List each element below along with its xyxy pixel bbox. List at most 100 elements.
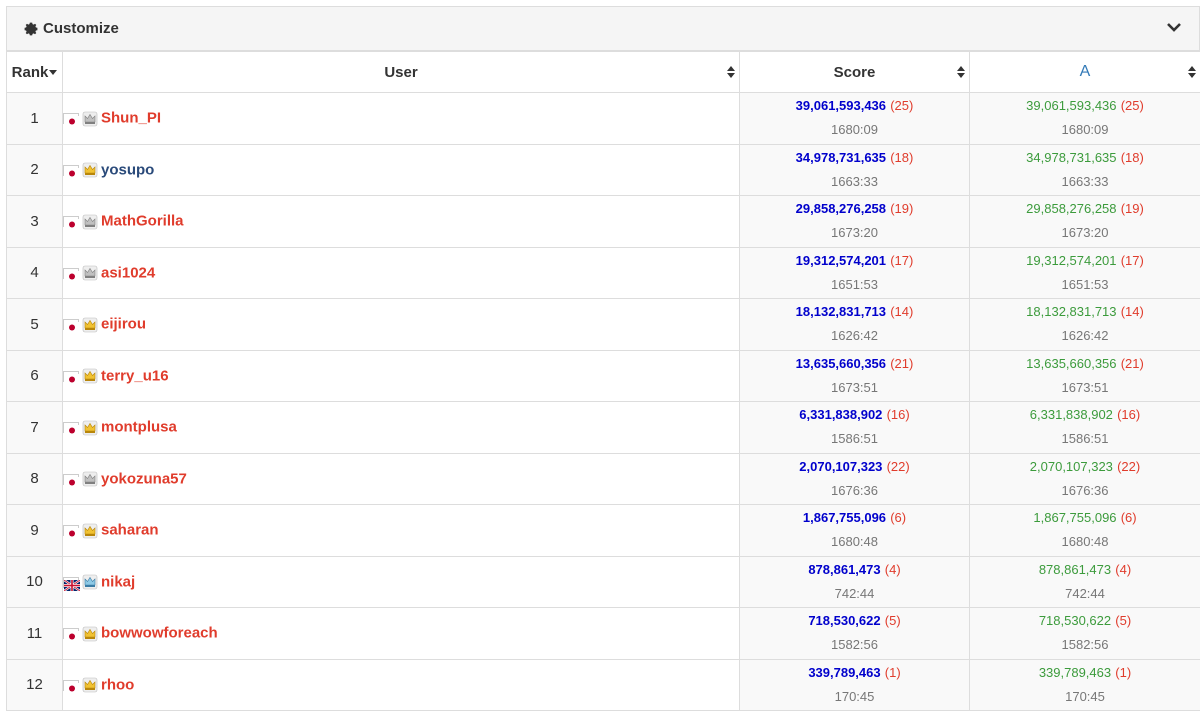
rank-cell: 1 [6, 92, 63, 145]
chevron-down-icon[interactable] [1165, 18, 1183, 36]
username-link[interactable]: Shun_PI [101, 110, 161, 127]
task-a-column-header[interactable]: A [969, 51, 1200, 93]
username-link[interactable]: yosupo [101, 162, 154, 179]
gold-crown-icon [82, 162, 98, 178]
gb-flag-icon [63, 576, 81, 592]
task-a-cell: 18,132,831,713 (14) 1626:42 [969, 298, 1200, 351]
gold-crown-icon [82, 368, 98, 384]
sort-icon [727, 66, 735, 78]
task-a-score: 34,978,731,635 [1026, 149, 1117, 165]
username-link[interactable]: nikaj [101, 574, 135, 591]
sort-icon [1188, 66, 1196, 78]
total-penalty: (6) [890, 510, 907, 526]
rank-value: 12 [26, 676, 43, 694]
total-score: 39,061,593,436 [795, 98, 887, 114]
total-penalty: (14) [890, 304, 914, 320]
total-score: 6,331,838,902 [799, 407, 883, 423]
username-link[interactable]: terry_u16 [101, 368, 169, 385]
total-score-cell: 339,789,463 (1) 170:45 [739, 658, 970, 711]
total-penalty: (25) [890, 98, 914, 114]
jp-flag-icon [63, 422, 80, 437]
jp-flag-icon [63, 113, 80, 128]
user-cell: Shun_PI [62, 92, 740, 145]
user-cell: yosupo [62, 143, 740, 196]
rank-value: 5 [30, 315, 39, 333]
jp-flag-icon [63, 628, 80, 643]
total-score-cell: 34,978,731,635 (18) 1663:33 [739, 143, 970, 196]
rank-value: 3 [30, 212, 39, 230]
total-score-cell: 19,312,574,201 (17) 1651:53 [739, 246, 970, 299]
task-a-penalty: (17) [1120, 252, 1144, 268]
task-a-cell: 878,861,473 (4) 742:44 [969, 555, 1200, 608]
customize-panel-header[interactable]: Customize [6, 6, 1200, 51]
jp-flag-icon [63, 319, 80, 334]
gear-icon [24, 22, 38, 35]
rank-column-header[interactable]: Rank [6, 51, 63, 93]
standings-body: 1 Shun_PI 39,061,593,436 (25) 1680:09 39,061… [6, 92, 1200, 711]
total-time: 1680:48 [831, 534, 878, 550]
rank-value: 11 [26, 624, 43, 642]
table-row: 6 terry_u16 13,635,660,356 (21) 1673:51 13,6… [6, 349, 1200, 402]
user-cell: saharan [62, 504, 740, 557]
standings-table: Rank User Score A 1 Shun_PI 39,061,593,436… [6, 51, 1200, 711]
table-row: 10 nikaj 878,861,473 (4) 742:44 878,861,473 … [6, 555, 1200, 608]
rank-cell: 12 [6, 658, 63, 711]
task-a-penalty: (14) [1120, 304, 1144, 320]
task-a-penalty: (19) [1120, 201, 1144, 217]
table-bottom-border [6, 710, 1200, 711]
rank-value: 4 [30, 264, 39, 282]
task-a-time: 1651:53 [1061, 276, 1109, 292]
task-a-cell: 1,867,755,096 (6) 1680:48 [969, 504, 1200, 557]
sort-icon [957, 66, 965, 78]
total-score-cell: 718,530,622 (5) 1582:56 [739, 607, 970, 660]
total-time: 1651:53 [831, 276, 878, 292]
user-column-header[interactable]: User [62, 51, 740, 93]
user-cell: eijirou [62, 298, 740, 351]
task-a-score: 1,867,755,096 [1033, 510, 1117, 526]
rank-cell: 4 [6, 246, 63, 299]
user-cell: bowwowforeach [62, 607, 740, 660]
task-a-cell: 29,858,276,258 (19) 1673:20 [969, 195, 1200, 248]
task-a-penalty: (22) [1117, 458, 1141, 474]
task-a-score: 2,070,107,323 [1029, 458, 1113, 474]
score-column-header[interactable]: Score [739, 51, 970, 93]
task-a-penalty: (16) [1117, 407, 1141, 423]
rank-value: 1 [30, 109, 39, 127]
jp-flag-icon [63, 679, 80, 694]
total-score: 29,858,276,258 [795, 201, 887, 217]
username-link[interactable]: yokozuna57 [101, 471, 187, 488]
username-link[interactable]: eijirou [101, 316, 146, 333]
task-a-score: 718,530,622 [1038, 613, 1112, 629]
table-row: 4 asi1024 19,312,574,201 (17) 1651:53 19,312… [6, 246, 1200, 299]
task-a-cell: 339,789,463 (1) 170:45 [969, 658, 1200, 711]
total-score-cell: 2,070,107,323 (22) 1676:36 [739, 452, 970, 505]
total-penalty: (5) [884, 613, 901, 629]
total-score: 1,867,755,096 [802, 510, 887, 526]
username-link[interactable]: asi1024 [101, 265, 155, 282]
task-a-time: 1673:51 [1061, 379, 1109, 395]
username-link[interactable]: montplusa [101, 419, 177, 436]
total-time: 742:44 [834, 585, 875, 601]
total-score-cell: 13,635,660,356 (21) 1673:51 [739, 349, 970, 402]
total-score-cell: 29,858,276,258 (19) 1673:20 [739, 195, 970, 248]
task-a-score: 39,061,593,436 [1026, 98, 1117, 114]
task-a-cell: 6,331,838,902 (16) 1586:51 [969, 401, 1200, 454]
rank-cell: 8 [6, 452, 63, 505]
task-a-header-link[interactable]: A [1080, 63, 1091, 80]
username-link[interactable]: rhoo [101, 677, 134, 694]
username-link[interactable]: bowwowforeach [101, 625, 218, 642]
user-cell: MathGorilla [62, 195, 740, 248]
task-a-penalty: (21) [1120, 355, 1144, 371]
user-header-label: User [384, 63, 418, 81]
table-header-row: Rank User Score A [6, 51, 1200, 93]
gold-crown-icon [82, 317, 98, 333]
total-penalty: (21) [890, 355, 914, 371]
username-link[interactable]: saharan [101, 522, 159, 539]
username-link[interactable]: MathGorilla [101, 213, 184, 230]
total-penalty: (19) [890, 201, 914, 217]
user-cell: terry_u16 [62, 349, 740, 402]
rank-cell: 10 [6, 555, 63, 608]
task-a-penalty: (25) [1120, 98, 1144, 114]
silver-crown-icon [82, 214, 98, 230]
jp-flag-icon [63, 216, 80, 231]
